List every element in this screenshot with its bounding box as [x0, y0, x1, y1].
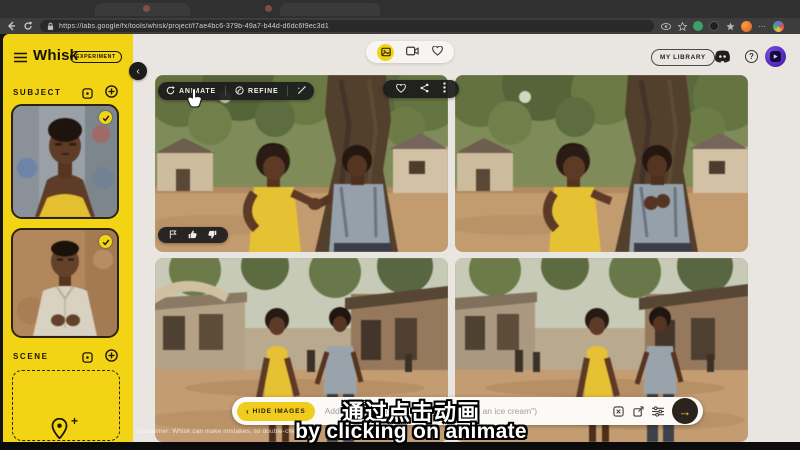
animate-icon: [166, 82, 175, 100]
sidebar: Whisk EXPERIMENT SUBJECT: [3, 34, 133, 442]
output-mode-toggle: [366, 41, 454, 63]
my-library-button[interactable]: MY LIBRARY: [651, 49, 715, 66]
generated-image-2[interactable]: [455, 75, 748, 252]
experiment-badge: EXPERIMENT: [70, 51, 122, 63]
tab-favicon: [143, 5, 150, 12]
menu-icon[interactable]: [14, 50, 27, 68]
password-eye-icon[interactable]: [661, 21, 671, 31]
refresh-icon[interactable]: [23, 21, 33, 31]
scene-section-label: SCENE: [13, 352, 49, 361]
videofx-logo-icon: [770, 51, 781, 62]
favorite-icon[interactable]: [396, 80, 406, 98]
subject-add-icon[interactable]: [105, 85, 118, 103]
mouse-cursor-hand: [186, 88, 203, 114]
discord-icon[interactable]: [714, 50, 731, 68]
tree-scene-art: [455, 75, 748, 252]
url-bar[interactable]: https://labs.google/fx/tools/whisk/proje…: [40, 20, 654, 32]
flag-icon[interactable]: [169, 226, 177, 244]
browser-logo-icon[interactable]: [741, 21, 752, 32]
back-icon[interactable]: [6, 21, 16, 31]
image-feedback-toolbar: [158, 227, 228, 243]
browser-extensions: ⋯: [661, 21, 784, 32]
subject-section-label: SUBJECT: [13, 88, 62, 97]
browser-tab-strip: [0, 0, 800, 18]
lock-icon: [47, 22, 54, 31]
video-tab-icon[interactable]: [406, 43, 419, 61]
thumbs-down-icon[interactable]: [208, 226, 217, 244]
images-tab-icon[interactable]: [377, 44, 394, 61]
extension-star-icon[interactable]: [725, 21, 735, 31]
sidebar-collapse-button[interactable]: ‹: [129, 62, 147, 80]
image-toolbar: ANIMATE REFINE: [158, 82, 314, 100]
extension-icon[interactable]: [709, 21, 719, 31]
extension-icon[interactable]: [693, 21, 703, 31]
scene-dice-icon[interactable]: [82, 350, 93, 368]
subtitle-english: by clicking on animate: [11, 420, 800, 444]
browser-tab[interactable]: [280, 3, 380, 16]
help-icon[interactable]: ?: [745, 50, 758, 63]
profile-icon[interactable]: [773, 21, 784, 32]
favorites-tab-icon[interactable]: [432, 43, 443, 61]
tab-favicon: [265, 5, 272, 12]
selected-check-icon: [99, 111, 112, 124]
scene-add-icon[interactable]: [105, 349, 118, 367]
browser-menu-icon[interactable]: ⋯: [758, 22, 767, 31]
thumbs-up-icon[interactable]: [188, 226, 197, 244]
divider: [225, 86, 226, 96]
main-canvas: MY LIBRARY ? ANIMATE REFINE: [133, 34, 800, 442]
bookmark-star-icon[interactable]: [677, 21, 687, 31]
selected-check-icon: [99, 235, 112, 248]
subject-image-woman[interactable]: [11, 104, 119, 219]
refine-icon: [235, 82, 244, 100]
magic-edit-icon[interactable]: [297, 82, 306, 100]
url-text: https://labs.google/fx/tools/whisk/proje…: [59, 23, 329, 30]
divider: [287, 86, 288, 96]
more-options-icon[interactable]: [443, 80, 446, 98]
refine-button[interactable]: REFINE: [248, 88, 278, 95]
browser-toolbar: https://labs.google/fx/tools/whisk/proje…: [0, 18, 800, 34]
subject-dice-icon[interactable]: [82, 86, 93, 104]
subject-image-man[interactable]: [11, 228, 119, 338]
image-share-toolbar: [383, 80, 459, 98]
share-icon[interactable]: [420, 80, 429, 98]
account-avatar[interactable]: [765, 46, 786, 67]
